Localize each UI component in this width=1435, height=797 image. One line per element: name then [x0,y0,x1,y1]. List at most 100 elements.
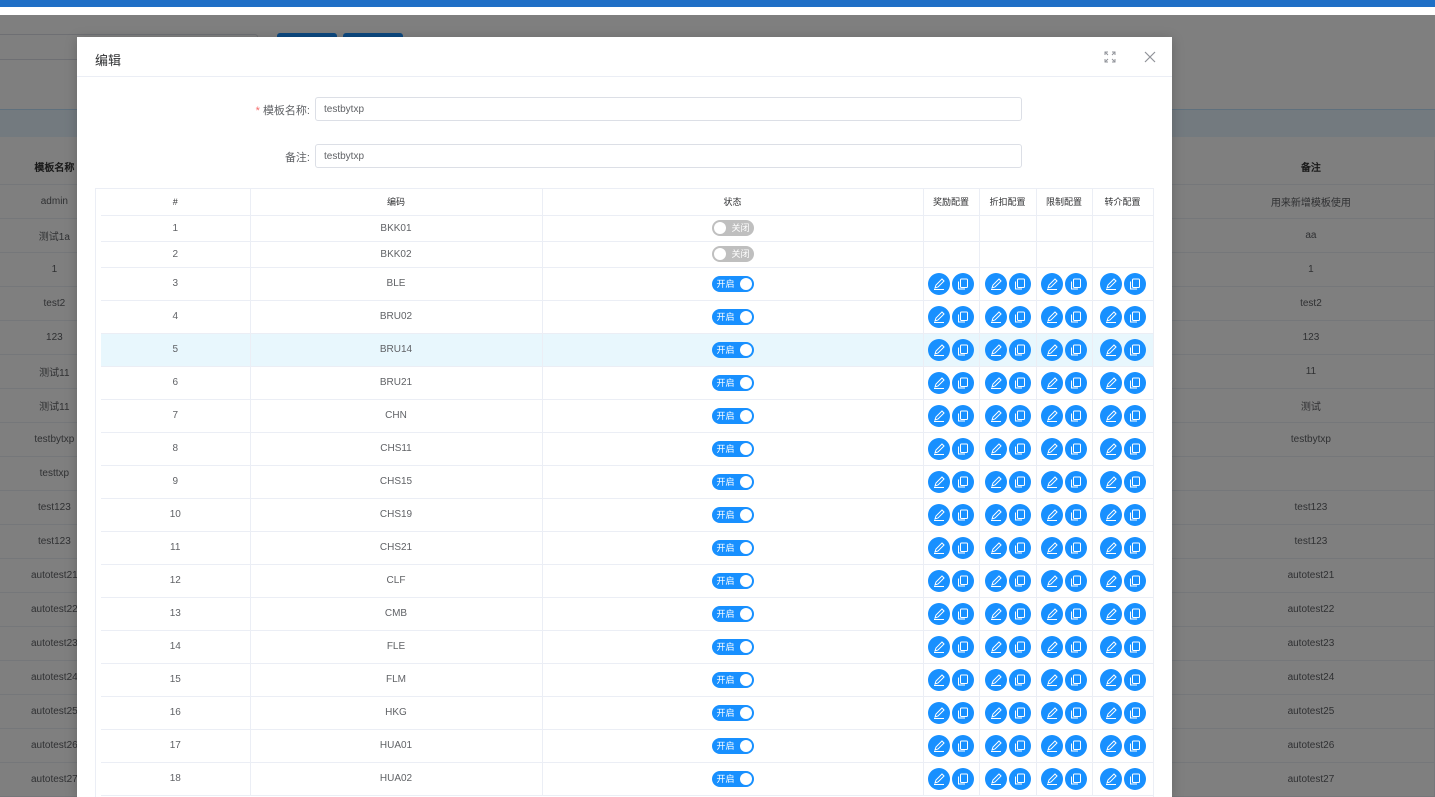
edit-icon[interactable] [1099,404,1122,427]
copy-icon[interactable] [1123,437,1146,460]
copy-icon[interactable] [1065,536,1087,559]
copy-icon[interactable] [1123,602,1146,625]
copy-icon[interactable] [1065,272,1087,295]
edit-icon[interactable] [1099,668,1122,691]
copy-icon[interactable] [952,272,974,295]
copy-icon[interactable] [952,404,974,427]
copy-icon[interactable] [1123,569,1146,592]
edit-icon[interactable] [928,338,950,361]
edit-icon[interactable] [928,404,950,427]
status-toggle[interactable]: 开启 [711,407,754,424]
edit-icon[interactable] [928,437,950,460]
edit-icon[interactable] [984,404,1007,427]
copy-icon[interactable] [1008,437,1031,460]
edit-icon[interactable] [928,734,950,757]
copy-icon[interactable] [1065,371,1087,394]
status-toggle[interactable]: 开启 [711,374,754,391]
copy-icon[interactable] [952,569,974,592]
copy-icon[interactable] [1065,635,1087,658]
edit-icon[interactable] [984,602,1007,625]
copy-icon[interactable] [1123,371,1146,394]
status-toggle[interactable]: 开启 [711,440,754,457]
copy-icon[interactable] [952,371,974,394]
edit-icon[interactable] [1099,569,1122,592]
copy-icon[interactable] [1123,470,1146,493]
remark-input[interactable] [315,144,1022,168]
template-name-input[interactable] [315,97,1022,121]
status-toggle[interactable]: 开启 [711,572,754,589]
edit-icon[interactable] [984,734,1007,757]
edit-icon[interactable] [928,272,950,295]
copy-icon[interactable] [1123,734,1146,757]
copy-icon[interactable] [1008,503,1031,526]
edit-icon[interactable] [1041,272,1063,295]
copy-icon[interactable] [952,305,974,328]
edit-icon[interactable] [1099,371,1122,394]
edit-icon[interactable] [984,470,1007,493]
copy-icon[interactable] [1065,668,1087,691]
copy-icon[interactable] [1008,767,1031,790]
edit-icon[interactable] [1099,470,1122,493]
copy-icon[interactable] [1065,734,1087,757]
status-toggle[interactable]: 开启 [711,605,754,622]
edit-icon[interactable] [928,536,950,559]
edit-icon[interactable] [984,767,1007,790]
copy-icon[interactable] [1123,272,1146,295]
copy-icon[interactable] [1065,569,1087,592]
maximize-icon[interactable] [1104,51,1116,63]
copy-icon[interactable] [1008,701,1031,724]
copy-icon[interactable] [1065,701,1087,724]
edit-icon[interactable] [1041,404,1063,427]
edit-icon[interactable] [1099,503,1122,526]
edit-icon[interactable] [928,305,950,328]
copy-icon[interactable] [952,470,974,493]
edit-icon[interactable] [1041,305,1063,328]
edit-icon[interactable] [1041,569,1063,592]
edit-icon[interactable] [928,635,950,658]
copy-icon[interactable] [1123,338,1146,361]
copy-icon[interactable] [1123,404,1146,427]
copy-icon[interactable] [1008,371,1031,394]
edit-icon[interactable] [984,437,1007,460]
copy-icon[interactable] [1065,338,1087,361]
edit-icon[interactable] [928,602,950,625]
copy-icon[interactable] [1065,404,1087,427]
edit-icon[interactable] [1041,734,1063,757]
edit-icon[interactable] [1041,701,1063,724]
copy-icon[interactable] [1123,701,1146,724]
copy-icon[interactable] [1008,404,1031,427]
status-toggle[interactable]: 开启 [711,638,754,655]
copy-icon[interactable] [1008,602,1031,625]
copy-icon[interactable] [952,536,974,559]
status-toggle[interactable]: 开启 [711,341,754,358]
status-toggle[interactable]: 关闭 [711,220,754,236]
edit-icon[interactable] [1099,305,1122,328]
status-toggle[interactable]: 开启 [711,671,754,688]
edit-icon[interactable] [984,305,1007,328]
edit-icon[interactable] [984,635,1007,658]
edit-icon[interactable] [1041,338,1063,361]
edit-icon[interactable] [928,668,950,691]
close-icon[interactable] [1144,51,1156,63]
edit-icon[interactable] [1041,470,1063,493]
edit-icon[interactable] [984,338,1007,361]
edit-icon[interactable] [984,569,1007,592]
copy-icon[interactable] [1065,602,1087,625]
copy-icon[interactable] [1008,635,1031,658]
status-toggle[interactable]: 开启 [711,704,754,721]
copy-icon[interactable] [1065,305,1087,328]
edit-icon[interactable] [984,503,1007,526]
edit-icon[interactable] [984,668,1007,691]
copy-icon[interactable] [952,437,974,460]
copy-icon[interactable] [1008,470,1031,493]
status-toggle[interactable]: 开启 [711,308,754,325]
edit-icon[interactable] [1041,437,1063,460]
copy-icon[interactable] [952,668,974,691]
copy-icon[interactable] [1065,767,1087,790]
edit-icon[interactable] [1041,767,1063,790]
edit-icon[interactable] [1099,338,1122,361]
copy-icon[interactable] [1123,305,1146,328]
edit-icon[interactable] [928,371,950,394]
edit-icon[interactable] [928,503,950,526]
status-toggle[interactable]: 开启 [711,473,754,490]
